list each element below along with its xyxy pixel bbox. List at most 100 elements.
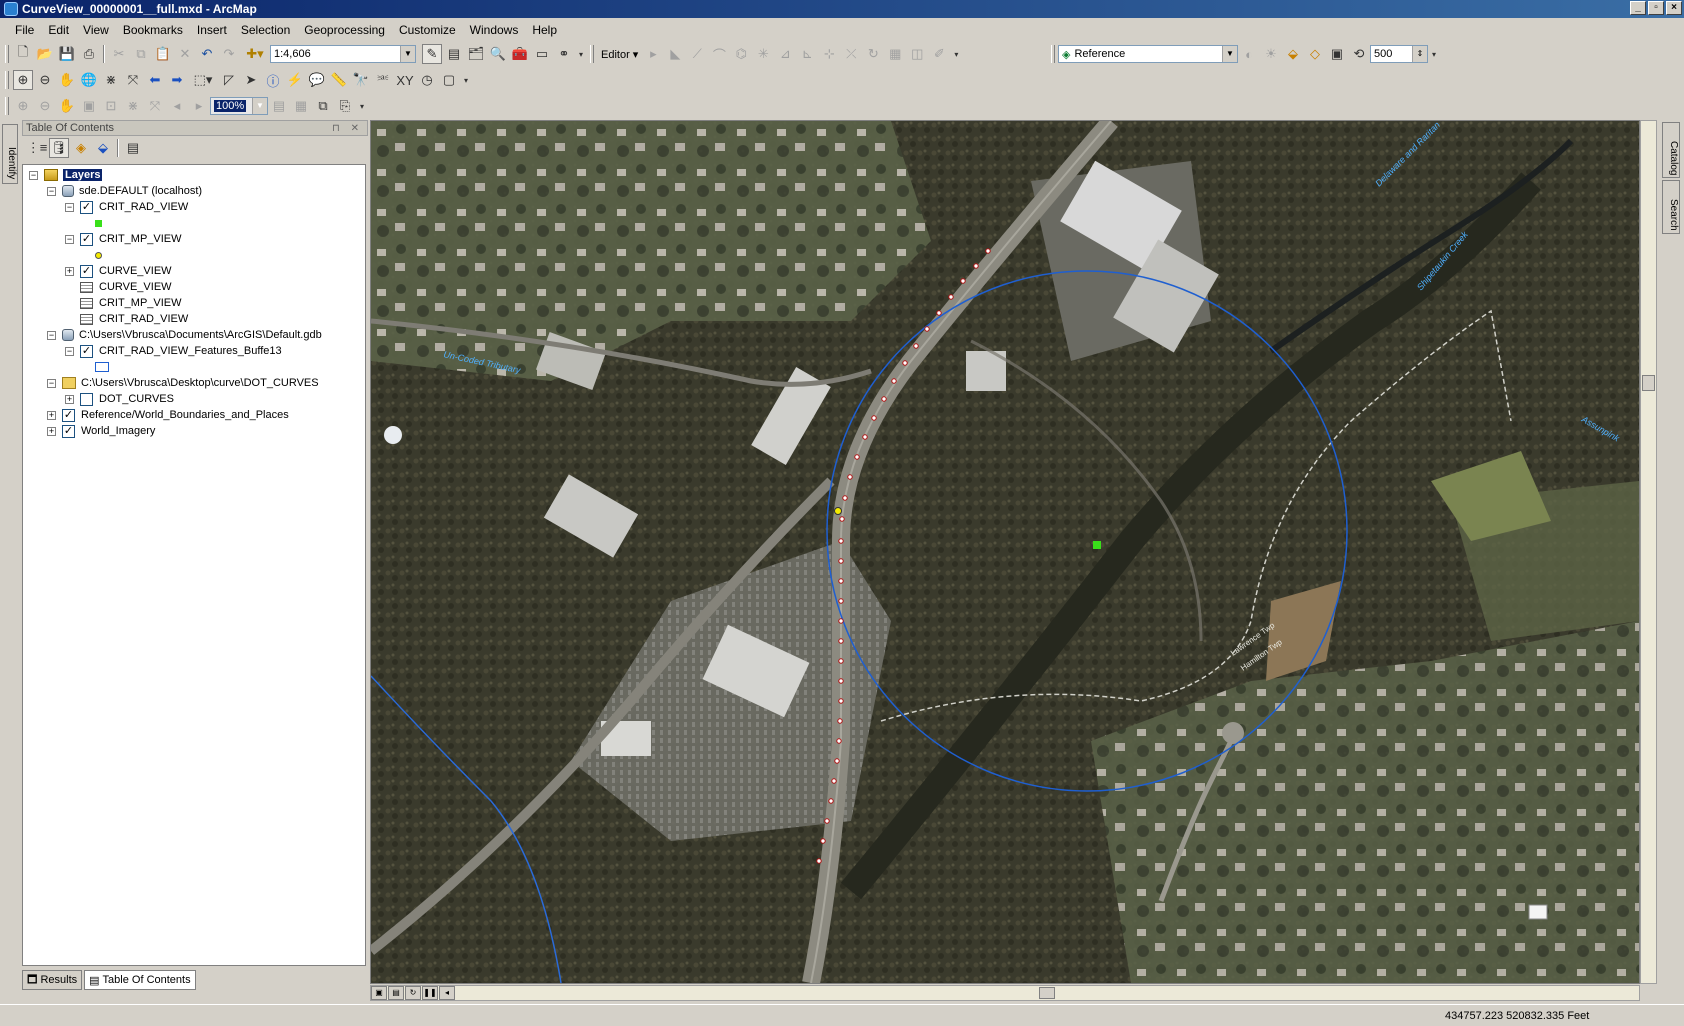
layer-visibility-checkbox[interactable]: ✓ [80, 232, 93, 246]
tree-node-world-imagery[interactable]: + ✓ World_Imagery [47, 423, 155, 439]
measure-icon[interactable]: 📏 [329, 70, 349, 90]
toolbar-grip[interactable] [5, 45, 9, 63]
tab-results[interactable]: 🗖 Results [22, 970, 83, 990]
tree-node-crit-mp-view[interactable]: − ✓ CRIT_MP_VIEW [65, 231, 182, 247]
open-folder-icon[interactable]: 📂 [35, 44, 55, 64]
go-to-xy-icon[interactable]: XY [395, 70, 415, 90]
toolbar-options-icon[interactable]: ▾ [357, 96, 367, 116]
tree-node-table-curve-view[interactable]: CURVE_VIEW [80, 279, 172, 295]
tree-node-table-crit-mp-view[interactable]: CRIT_MP_VIEW [80, 295, 182, 311]
tree-node-curve-view[interactable]: + ✓ CURVE_VIEW [65, 263, 172, 279]
layer-effects-icon[interactable]: ▣ [1327, 44, 1347, 64]
tree-node-buffer[interactable]: − ✓ CRIT_RAD_VIEW_Features_Buffe13 [65, 343, 282, 359]
pause-drawing-icon[interactable]: ❚❚ [422, 986, 438, 1000]
back-extent-layout-icon[interactable]: ◂ [167, 96, 187, 116]
sketch-properties-icon[interactable]: ◫ [907, 44, 927, 64]
fixed-zoom-in-icon[interactable]: ⋇ [101, 70, 121, 90]
map-canvas[interactable]: Un-Coded Tributary Delaware and Raritan … [371, 121, 1639, 983]
tree-node-dot-curves[interactable]: + DOT_CURVES [65, 391, 174, 407]
tree-node-default-gdb[interactable]: − C:\Users\Vbrusca\Documents\ArcGIS\Defa… [47, 327, 322, 343]
menu-customize[interactable]: Customize [392, 23, 463, 37]
toolbar-grip[interactable] [5, 71, 9, 89]
toolbar-options-icon[interactable]: ▾ [461, 70, 471, 90]
fixed-zoom-out-icon[interactable]: ⤧ [123, 70, 143, 90]
toolbar-options-icon[interactable]: ▾ [576, 44, 586, 64]
catalog-dock-tab[interactable]: Catalog [1662, 122, 1680, 178]
collapse-icon[interactable]: − [65, 234, 74, 244]
create-features-icon[interactable]: ✐ [929, 44, 949, 64]
paste-icon[interactable]: 📋 [153, 44, 173, 64]
scroll-left-icon[interactable]: ◂ [439, 986, 455, 1000]
menu-windows[interactable]: Windows [463, 23, 526, 37]
tree-node-table-crit-rad-view[interactable]: CRIT_RAD_VIEW [80, 311, 188, 327]
straight-segment-icon[interactable]: ⟋ [687, 44, 707, 64]
menu-view[interactable]: View [76, 23, 116, 37]
contrast-icon[interactable]: ◐ [1239, 44, 1259, 64]
data-driven-pages-icon[interactable]: ⎘ [335, 96, 355, 116]
select-features-icon[interactable]: ⬚▾ [189, 70, 217, 90]
identify-icon[interactable]: ⓘ [263, 70, 283, 90]
minimize-button[interactable]: _ [1630, 1, 1646, 15]
swipe-icon[interactable]: ⬙ [1283, 44, 1303, 64]
python-window-icon[interactable]: ▭ [532, 44, 552, 64]
distance-icon[interactable]: ⟲ [1349, 44, 1369, 64]
layer-visibility-checkbox[interactable]: ✓ [80, 264, 93, 278]
new-document-icon[interactable]: 🗋 [13, 44, 33, 64]
collapse-icon[interactable]: − [47, 186, 56, 196]
point-icon[interactable]: ✳ [753, 44, 773, 64]
chevron-down-icon[interactable]: ▼ [252, 98, 267, 114]
table-of-contents-icon[interactable]: ▤ [444, 44, 464, 64]
layout-view-icon[interactable]: ▤ [388, 986, 404, 1000]
toggle-draft-icon[interactable]: ▤ [269, 96, 289, 116]
list-by-drawing-order-icon[interactable]: ⋮≡ [27, 138, 48, 158]
zoom-out-icon[interactable]: ⊖ [35, 70, 55, 90]
toolbar-options-icon[interactable]: ▾ [951, 44, 961, 64]
layer-visibility-checkbox[interactable]: ✓ [62, 424, 75, 438]
trace-icon[interactable]: ⌬ [731, 44, 751, 64]
html-popup-icon[interactable]: 💬 [307, 70, 327, 90]
zoom-percent-combo[interactable]: 100% ▼ [210, 97, 268, 115]
layer-visibility-checkbox[interactable]: ✓ [80, 344, 93, 358]
collapse-icon[interactable]: − [65, 202, 74, 212]
delete-icon[interactable]: ✕ [175, 44, 195, 64]
map-vertical-scrollbar[interactable] [1640, 120, 1657, 984]
editor-toolbar-icon[interactable]: ✎ [422, 44, 442, 64]
go-forward-icon[interactable]: ➡ [167, 70, 187, 90]
end-point-arc-icon[interactable]: ⌒ [709, 44, 729, 64]
toolbar-grip[interactable] [1051, 45, 1055, 63]
tree-node-reference[interactable]: + ✓ Reference/World_Boundaries_and_Place… [47, 407, 289, 423]
list-by-visibility-icon[interactable]: ◈ [71, 138, 91, 158]
collapse-icon[interactable]: − [29, 170, 38, 180]
spinner-icon[interactable]: ⇕ [1412, 46, 1427, 62]
change-layout-icon[interactable]: ⧉ [313, 96, 333, 116]
catalog-window-icon[interactable]: 🗂 [466, 44, 486, 64]
time-slider-icon[interactable]: ◷ [417, 70, 437, 90]
georef-layer-combo[interactable]: ◈ Reference ▼ [1058, 45, 1238, 63]
go-back-icon[interactable]: ⬅ [145, 70, 165, 90]
layout-zoom-out-icon[interactable]: ⊖ [35, 96, 55, 116]
scrollbar-thumb[interactable] [1642, 375, 1655, 391]
model-builder-icon[interactable]: ⚭ [554, 44, 574, 64]
menu-edit[interactable]: Edit [41, 23, 76, 37]
menu-bookmarks[interactable]: Bookmarks [116, 23, 190, 37]
expand-icon[interactable]: + [47, 426, 56, 436]
menu-help[interactable]: Help [525, 23, 564, 37]
search-dock-tab[interactable]: Search [1662, 180, 1680, 234]
split-icon[interactable]: ⤫ [841, 44, 861, 64]
data-view-icon[interactable]: ▣ [371, 986, 387, 1000]
menu-file[interactable]: File [8, 23, 41, 37]
layer-visibility-checkbox[interactable] [80, 392, 93, 406]
rotate-icon[interactable]: ↻ [863, 44, 883, 64]
layout-pan-icon[interactable]: ✋ [57, 96, 77, 116]
menu-geoprocessing[interactable]: Geoprocessing [297, 23, 392, 37]
list-by-source-icon[interactable]: 🛢 [49, 138, 69, 158]
layer-visibility-checkbox[interactable]: ✓ [62, 408, 75, 422]
toc-options-icon[interactable]: ▤ [123, 138, 143, 158]
toolbar-grip[interactable] [5, 97, 9, 115]
expand-icon[interactable]: + [65, 394, 74, 404]
distance-input[interactable]: 500 ⇕ [1370, 45, 1428, 63]
arctoolbox-icon[interactable]: 🧰 [510, 44, 530, 64]
collapse-icon[interactable]: − [65, 346, 74, 356]
zoom-in-icon[interactable]: ⊕ [13, 70, 33, 90]
expand-icon[interactable]: + [65, 266, 74, 276]
